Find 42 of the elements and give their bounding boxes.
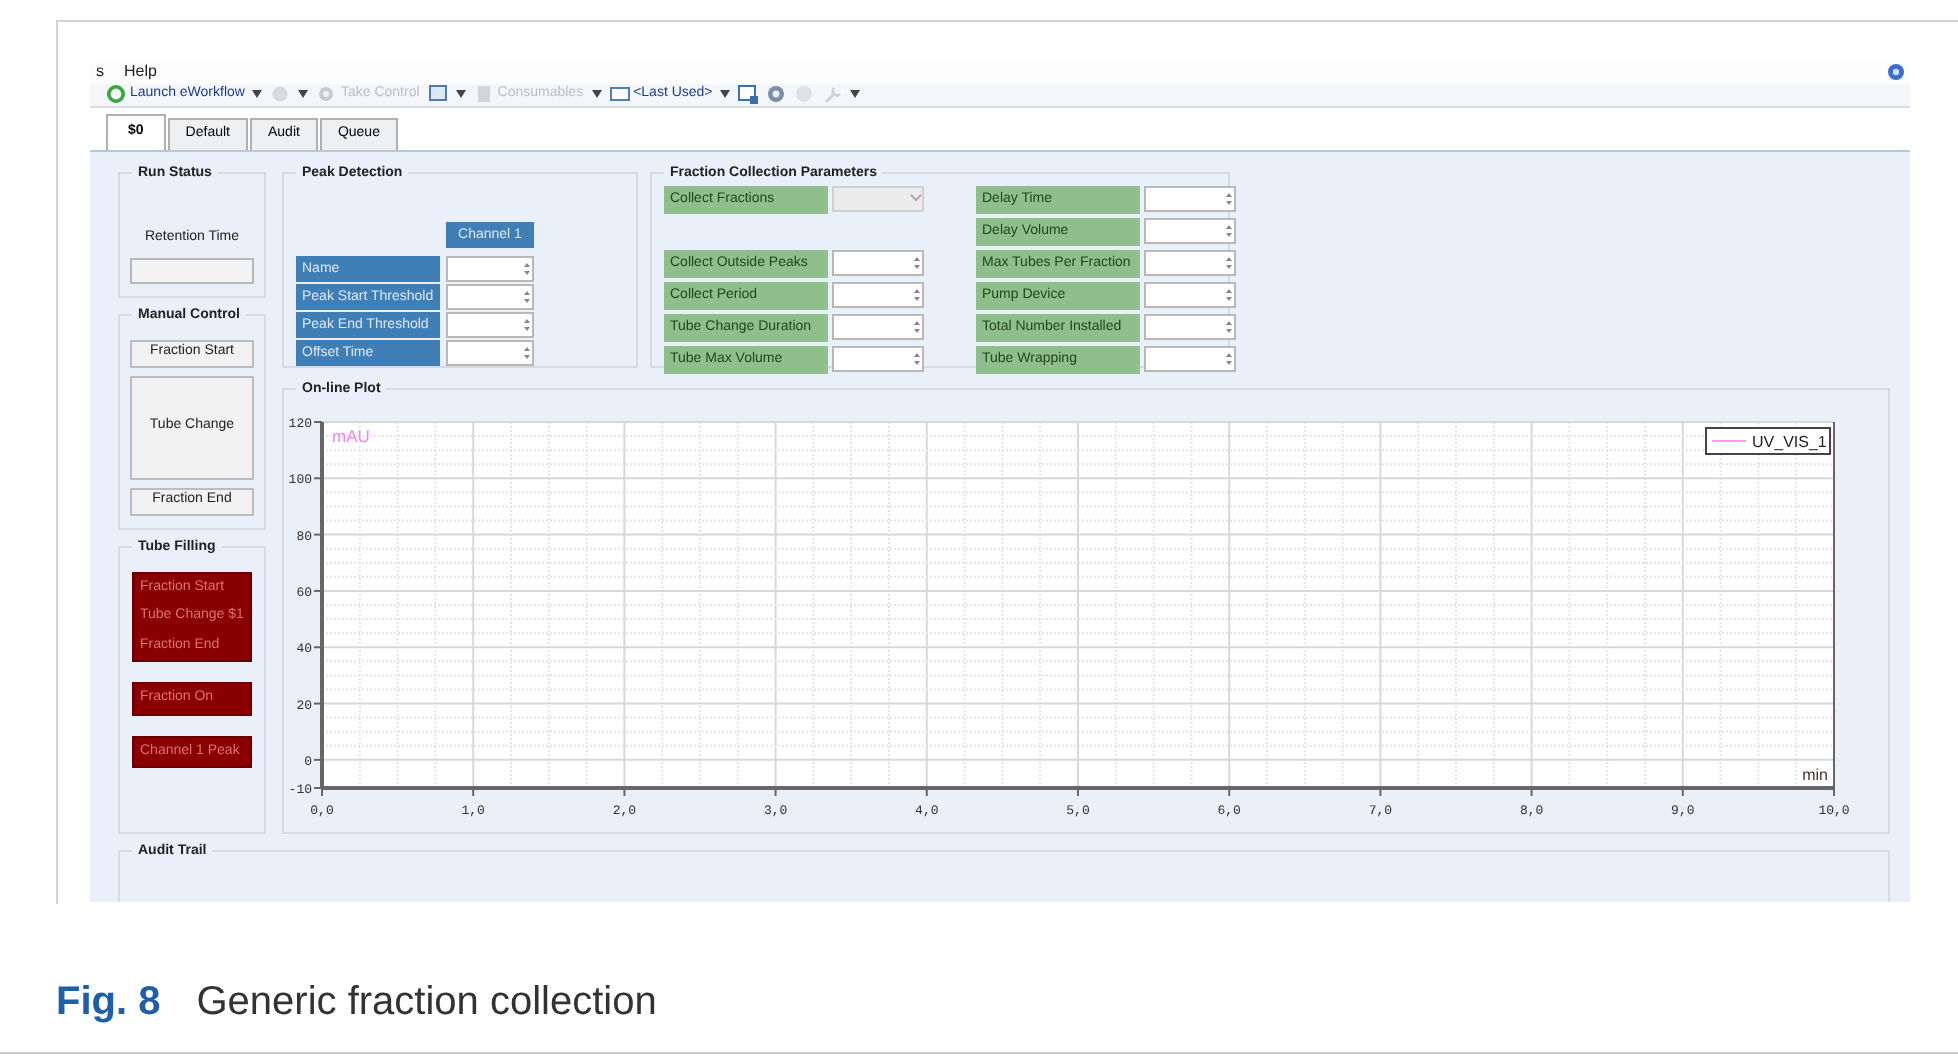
spin-field[interactable] [446, 283, 534, 309]
spin-arrows-icon[interactable] [912, 349, 922, 367]
spin-field[interactable] [832, 249, 924, 275]
spin-arrows-icon[interactable] [1224, 349, 1234, 367]
menu-item[interactable]: s [96, 60, 104, 84]
spin-field[interactable] [446, 255, 534, 281]
spin-field[interactable] [1144, 313, 1236, 339]
spin-field[interactable] [446, 311, 534, 337]
spin-arrows-icon[interactable] [1224, 221, 1234, 239]
caret-icon[interactable] [720, 90, 731, 99]
figure-number: Fig. 8 [56, 978, 161, 1028]
spin-field[interactable] [1144, 345, 1236, 371]
box-icon [473, 84, 494, 105]
menu-item[interactable]: Help [124, 60, 157, 84]
spin-arrows-icon[interactable] [522, 259, 532, 277]
spin-arrows-icon[interactable] [1224, 253, 1234, 271]
spin-arrows-icon[interactable] [522, 287, 532, 305]
spin-field[interactable] [1144, 249, 1236, 275]
spin-field[interactable] [832, 313, 924, 339]
spin-field[interactable] [1144, 185, 1236, 211]
spin-arrows-icon[interactable] [522, 343, 532, 361]
refresh-icon [106, 84, 126, 105]
spin-arrows-icon[interactable] [912, 317, 922, 335]
spin-arrows-icon[interactable] [912, 285, 922, 303]
spin-arrows-icon[interactable] [522, 315, 532, 333]
figure-caption: Generic fraction collection [196, 978, 657, 1028]
spin-arrows-icon[interactable] [1224, 189, 1234, 207]
spin-arrows-icon[interactable] [1224, 285, 1234, 303]
caret-icon[interactable] [252, 90, 263, 99]
spin-arrows-icon[interactable] [1224, 317, 1234, 335]
caret-icon[interactable] [455, 90, 466, 99]
spin-field[interactable] [1144, 217, 1236, 243]
help-icon[interactable] [1888, 64, 1904, 80]
spin-arrows-icon[interactable] [912, 253, 922, 271]
axis-unit: min [1802, 765, 1828, 783]
spin-field[interactable] [832, 281, 924, 307]
spin-field[interactable] [446, 339, 534, 365]
legend-label: UV_VIS_1 [1752, 432, 1827, 450]
axis-unit: mAU [332, 425, 370, 445]
spin-field[interactable] [1144, 281, 1236, 307]
spin-field[interactable] [832, 345, 924, 371]
retention-time-field[interactable] [130, 257, 254, 283]
